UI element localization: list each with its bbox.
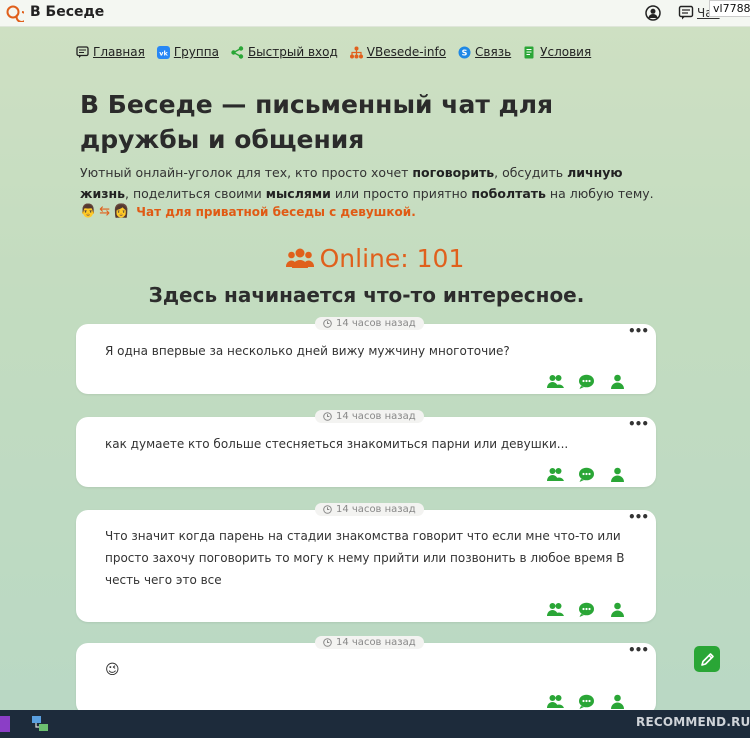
users-icon[interactable]: [547, 694, 564, 709]
more-options-icon[interactable]: •••: [628, 510, 649, 524]
post-text: Что значит когда парень на стадии знаком…: [105, 529, 625, 587]
users-group-icon: [285, 248, 314, 268]
comment-icon[interactable]: [578, 694, 595, 709]
post-time-label: 14 часов назад: [336, 318, 416, 329]
main-nav: Главная vk Группа Быстрый вход VBesede-i…: [76, 45, 591, 59]
vk-icon: vk: [156, 45, 170, 59]
user-icon[interactable]: [609, 694, 626, 709]
nav-item-label: Группа: [173, 45, 219, 59]
post-text: 😉: [105, 662, 120, 678]
top-bar: В Беседе Чат vl7788: [0, 0, 750, 27]
intro-emphasis: поговорить: [412, 165, 495, 180]
post-actions: [547, 602, 626, 617]
new-post-button[interactable]: [694, 646, 720, 672]
pencil-icon: [700, 652, 714, 666]
comment-icon[interactable]: [578, 602, 595, 617]
post-actions: [547, 467, 626, 482]
post-card[interactable]: 14 часов назад ••• Я одна впервые за нес…: [76, 317, 656, 394]
nav-item-label: Условия: [540, 45, 592, 59]
private-chat-link[interactable]: Чат для приватной беседы с девушкой.: [136, 205, 415, 219]
nav-item-info[interactable]: VBesede-info: [349, 45, 447, 59]
chat-box-icon: [76, 45, 89, 58]
online-counter: Online: 101: [0, 244, 750, 273]
post-time-label: 14 часов назад: [336, 504, 416, 515]
more-options-icon[interactable]: •••: [628, 417, 649, 431]
intro-text-part: , поделиться своими: [125, 186, 266, 201]
man-emoji-icon: 👨: [80, 204, 97, 219]
post-time: 14 часов назад: [315, 503, 424, 516]
clock-icon: [323, 412, 332, 421]
clock-icon: [323, 505, 332, 514]
intro-text-part: на любую тему.: [545, 186, 654, 201]
intro-text-part: или просто приятно: [330, 186, 472, 201]
post-time-label: 14 часов назад: [336, 411, 416, 422]
nav-item-home[interactable]: Главная: [76, 45, 145, 59]
post-card[interactable]: 14 часов назад ••• как думаете кто больш…: [76, 410, 656, 487]
watermark-text: RECOMMEND.RU: [636, 715, 750, 729]
post-time: 14 часов назад: [315, 410, 424, 423]
nav-item-label: Быстрый вход: [247, 45, 338, 59]
post-time: 14 часов назад: [315, 317, 424, 330]
network-icon: [349, 46, 363, 58]
post-actions: [547, 694, 626, 709]
users-icon[interactable]: [547, 374, 564, 389]
more-options-icon[interactable]: •••: [628, 643, 649, 657]
nav-item-label: Связь: [475, 45, 512, 59]
post-actions: [547, 374, 626, 389]
intro-text: Уютный онлайн-уголок для тех, кто просто…: [80, 162, 665, 204]
user-circle-icon[interactable]: [645, 5, 661, 21]
nav-item-label: VBesede-info: [366, 45, 447, 59]
username-label: vl7788: [709, 0, 750, 17]
post-text: Я одна впервые за несколько дней вижу му…: [105, 344, 510, 358]
skype-icon: S: [458, 46, 471, 58]
taskbar-network-app-icon[interactable]: [30, 714, 50, 734]
user-icon[interactable]: [609, 467, 626, 482]
intro-text-part: , обсудить: [494, 165, 568, 180]
more-options-icon[interactable]: •••: [628, 324, 649, 338]
woman-emoji-icon: 👩: [113, 204, 130, 219]
page-title: В Беседе — письменный чат для дружбы и о…: [80, 90, 554, 154]
post-card[interactable]: 14 часов назад ••• Что значит когда паре…: [76, 503, 656, 622]
comment-icon[interactable]: [578, 467, 595, 482]
post-text: как думаете кто больше стесняеться знако…: [105, 437, 569, 451]
chat-bubbles-logo-icon[interactable]: [6, 4, 24, 22]
document-icon: [524, 46, 534, 58]
private-chat-line: 👨 ⇆ 👩 Чат для приватной беседы с девушко…: [80, 204, 416, 219]
swap-arrows-icon: ⇆: [99, 204, 111, 219]
users-icon[interactable]: [547, 467, 564, 482]
share-icon: [231, 45, 244, 59]
nav-item-group[interactable]: vk Группа: [156, 45, 219, 59]
os-taskbar: RECOMMEND.RU: [0, 710, 750, 738]
post-card[interactable]: 14 часов назад ••• 😉: [76, 636, 656, 715]
intro-text-part: Уютный онлайн-уголок для тех, кто просто…: [80, 165, 413, 180]
clock-icon: [323, 319, 332, 328]
comment-icon[interactable]: [578, 374, 595, 389]
post-time: 14 часов назад: [315, 636, 424, 649]
taskbar-app-icon[interactable]: [0, 716, 10, 732]
clock-icon: [323, 638, 332, 647]
nav-item-label: Главная: [93, 45, 145, 59]
tagline: Здесь начинается что-то интересное.: [148, 283, 585, 307]
user-icon[interactable]: [609, 602, 626, 617]
chat-box-icon[interactable]: [678, 5, 694, 21]
online-count-label: Online: 101: [319, 244, 465, 273]
intro-emphasis: поболтать: [471, 186, 546, 201]
nav-item-quick-login[interactable]: Быстрый вход: [231, 45, 338, 59]
users-icon[interactable]: [547, 602, 564, 617]
intro-emphasis: мыслями: [265, 186, 331, 201]
svg-text:S: S: [462, 48, 468, 57]
app-title[interactable]: В Беседе: [30, 4, 104, 20]
nav-item-terms[interactable]: Условия: [523, 45, 591, 59]
post-time-label: 14 часов назад: [336, 637, 416, 648]
user-icon[interactable]: [609, 374, 626, 389]
nav-item-contact[interactable]: S Связь: [458, 45, 511, 59]
svg-text:vk: vk: [159, 49, 168, 57]
